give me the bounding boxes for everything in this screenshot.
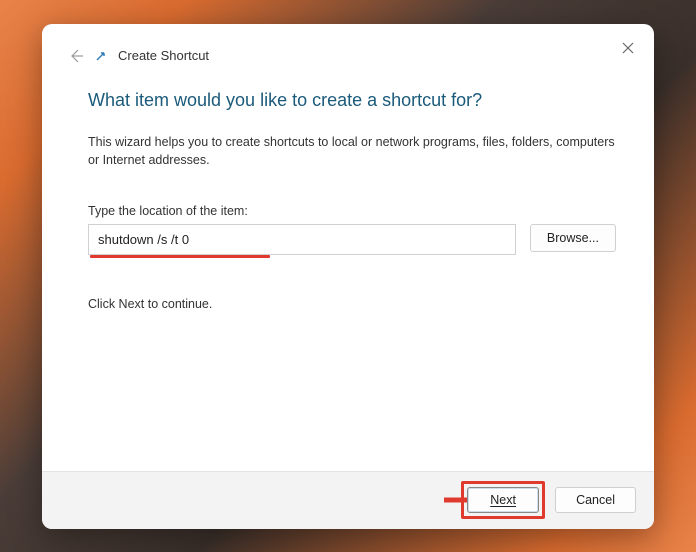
close-icon [622, 42, 634, 54]
dialog-content: What item would you like to create a sho… [42, 64, 654, 471]
dialog-description: This wizard helps you to create shortcut… [88, 133, 616, 171]
dialog-header: Create Shortcut [42, 24, 654, 64]
annotation-next-highlight: Next [461, 481, 545, 519]
location-input-row: Browse... [88, 224, 616, 255]
location-input-wrapper [88, 224, 516, 255]
continue-instruction: Click Next to continue. [88, 297, 616, 311]
create-shortcut-dialog: Create Shortcut What item would you like… [42, 24, 654, 529]
next-button[interactable]: Next [467, 487, 539, 513]
cancel-button[interactable]: Cancel [555, 487, 636, 513]
dialog-title: Create Shortcut [118, 48, 209, 63]
dialog-footer: Next Cancel [42, 471, 654, 529]
location-input-label: Type the location of the item: [88, 204, 616, 218]
annotation-input-underline [90, 255, 270, 258]
browse-button[interactable]: Browse... [530, 224, 616, 252]
shortcut-icon [96, 51, 106, 61]
close-button[interactable] [616, 36, 640, 60]
next-button-label: Next [490, 493, 516, 507]
back-arrow-icon [68, 48, 84, 64]
dialog-heading: What item would you like to create a sho… [88, 90, 616, 111]
location-input[interactable] [88, 224, 516, 255]
